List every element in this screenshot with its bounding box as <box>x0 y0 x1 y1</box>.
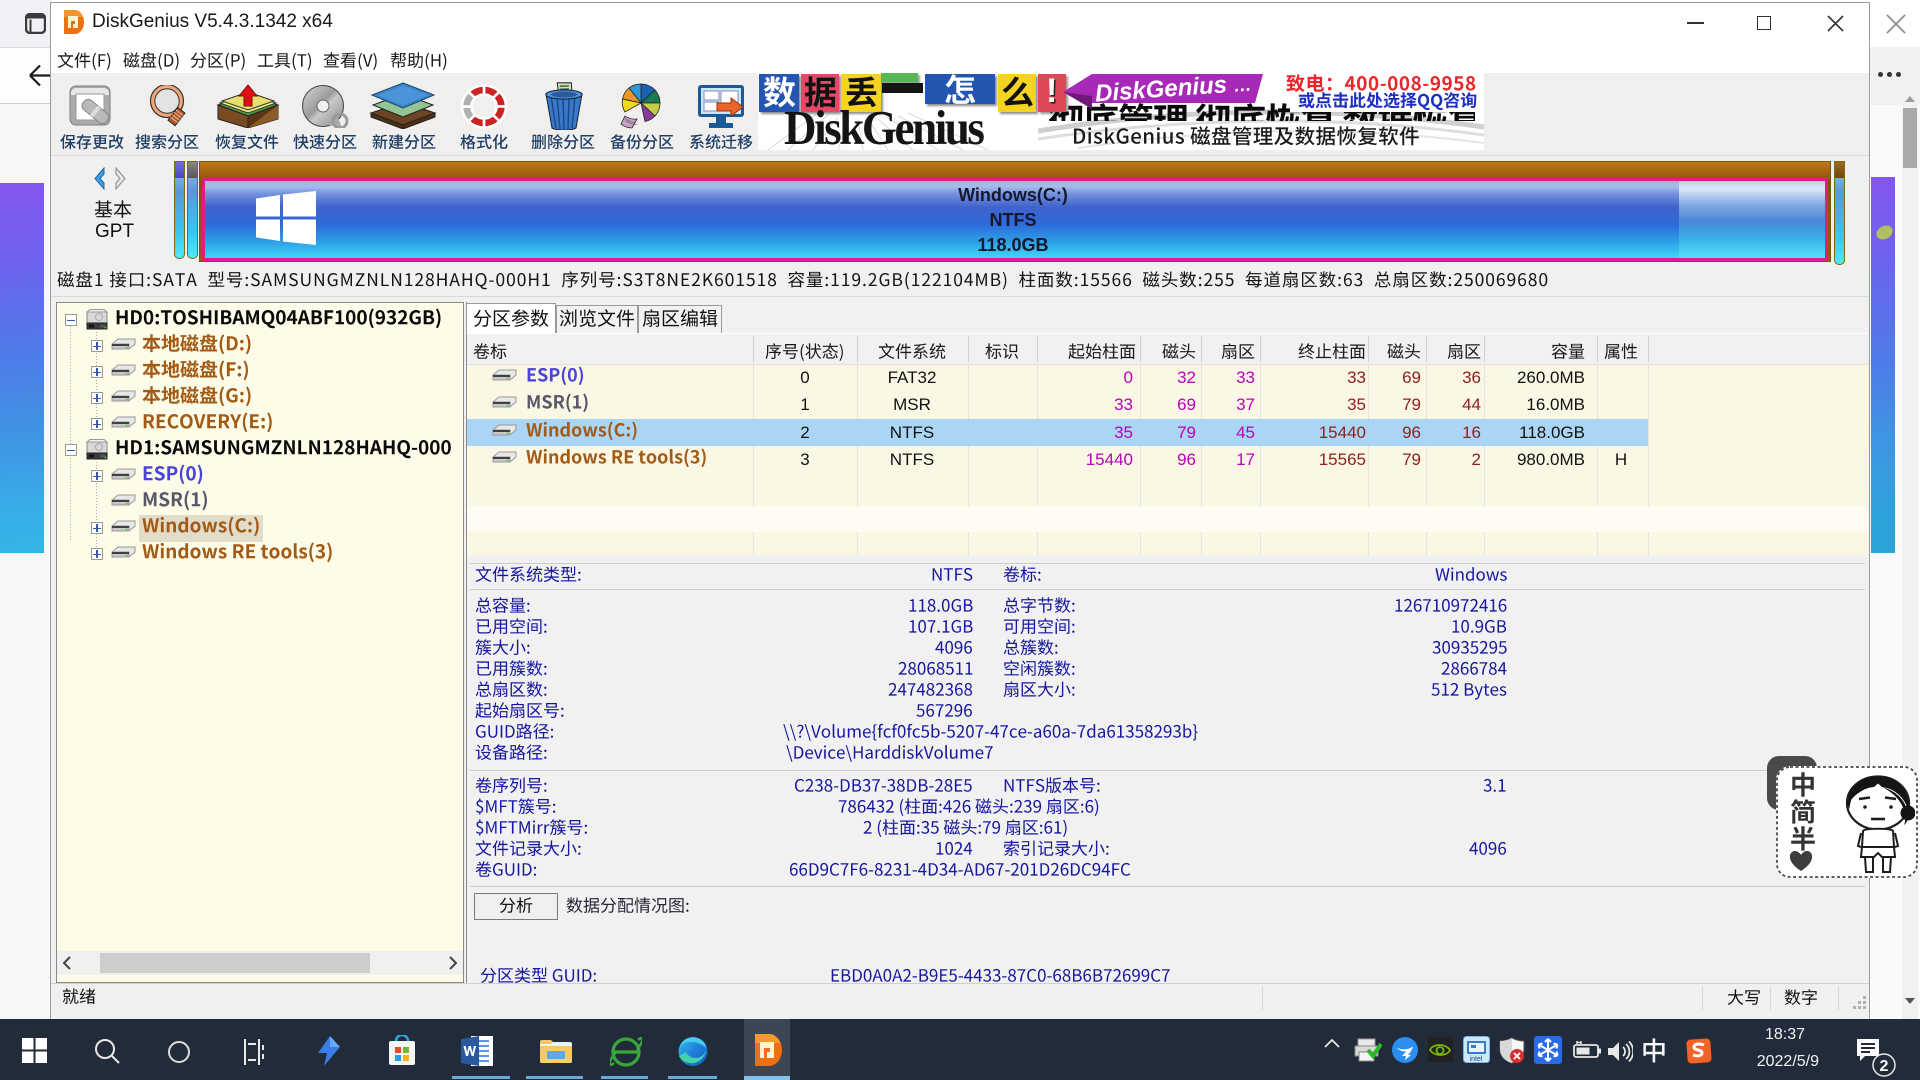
svg-text:2: 2 <box>1880 1058 1889 1075</box>
svg-text:intel: intel <box>1470 1056 1483 1063</box>
